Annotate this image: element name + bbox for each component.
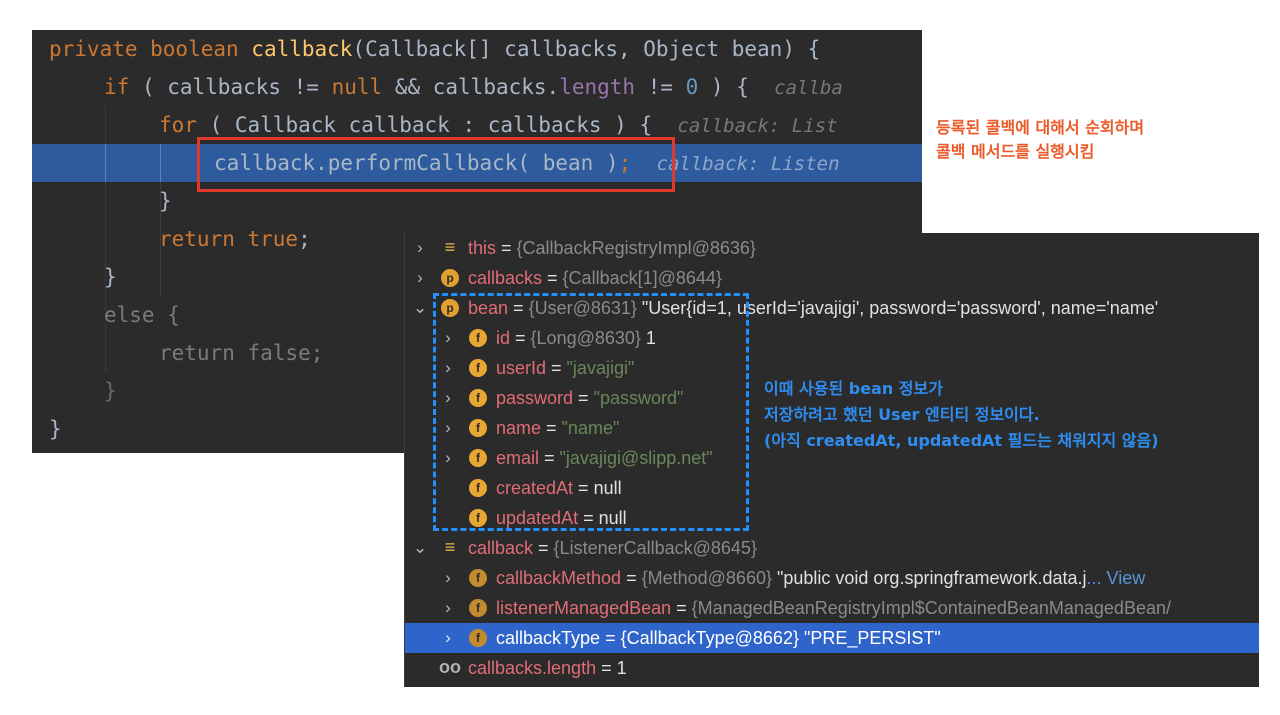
watch-glasses-icon: oo bbox=[439, 657, 461, 677]
parameter-icon: p bbox=[441, 269, 459, 287]
code-line-2[interactable]: if ( callbacks != null && callbacks.leng… bbox=[32, 68, 922, 106]
expand-arrow-icon[interactable]: › bbox=[413, 263, 427, 293]
final-field-icon: f bbox=[469, 629, 487, 647]
object-icon: ≡ bbox=[444, 537, 456, 557]
variable-row-callbacks-length[interactable]: oo callbacks.length = 1 bbox=[405, 653, 1259, 683]
annotation-blue: 이때 사용된 bean 정보가 저장하려고 했던 User 엔티티 정보이다. … bbox=[764, 379, 1159, 450]
object-icon: ≡ bbox=[444, 237, 456, 257]
collapse-arrow-icon[interactable]: ⌄ bbox=[413, 293, 427, 323]
indent-guide bbox=[160, 144, 161, 182]
inline-debug-hint: callba bbox=[774, 77, 843, 99]
variable-row-callbacks[interactable]: › p callbacks = {Callback[1]@8644} bbox=[405, 263, 1259, 293]
inline-debug-hint: callback: List bbox=[677, 115, 838, 137]
expand-arrow-icon[interactable]: › bbox=[441, 623, 455, 653]
final-field-icon: f bbox=[469, 569, 487, 587]
variable-row-this[interactable]: › ≡ this = {CallbackRegistryImpl@8636} bbox=[405, 233, 1259, 263]
collapse-arrow-icon[interactable]: ⌄ bbox=[413, 533, 427, 563]
variable-row-callback[interactable]: ⌄ ≡ callback = {ListenerCallback@8645} bbox=[405, 533, 1259, 563]
expand-arrow-icon[interactable]: › bbox=[441, 563, 455, 593]
indent-guide bbox=[105, 144, 106, 182]
expand-arrow-icon[interactable]: › bbox=[441, 593, 455, 623]
inline-debug-hint: callback: Listen bbox=[656, 153, 840, 175]
variable-row-callbackmethod[interactable]: › f callbackMethod = {Method@8660} "publ… bbox=[405, 563, 1259, 593]
code-line-1[interactable]: private boolean callback(Callback[] call… bbox=[32, 30, 922, 68]
highlight-box-perform-callback bbox=[197, 137, 675, 192]
highlight-box-bean-fields bbox=[433, 293, 749, 531]
expand-arrow-icon[interactable]: › bbox=[413, 233, 427, 263]
view-link[interactable]: ... View bbox=[1087, 568, 1146, 588]
variable-row-listenermanagedbean[interactable]: › f listenerManagedBean = {ManagedBeanRe… bbox=[405, 593, 1259, 623]
variable-row-callbacktype-selected[interactable]: › f callbackType = {CallbackType@8662} "… bbox=[405, 623, 1259, 653]
final-field-icon: f bbox=[469, 599, 487, 617]
annotation-red: 등록된 콜백에 대해서 순회하며 콜백 메서드를 실행시킴 bbox=[936, 118, 1145, 161]
